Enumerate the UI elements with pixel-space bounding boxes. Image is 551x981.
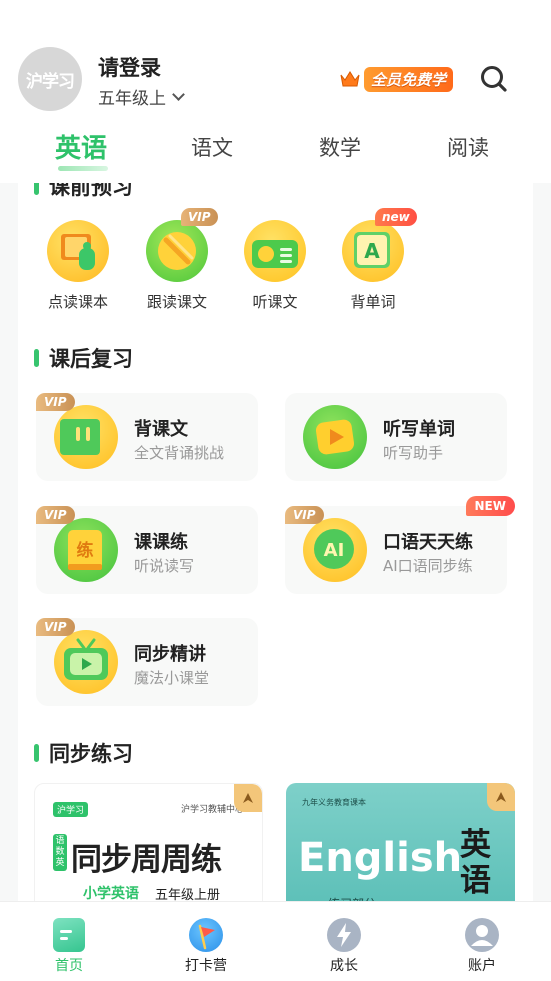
nav-label: 成长 [330,958,358,974]
bookmark-icon [487,783,515,811]
vip-free-label: 全员免费学 [364,66,454,92]
tab-english[interactable]: 英语 [55,128,107,165]
quick-item-label: 跟读课文 [146,293,207,311]
book-english-textbook[interactable]: 九年义务教育课本 English 英语 练习部分 [286,783,515,903]
section-title-review: 课后复习 [34,343,133,373]
quick-item-point-read[interactable]: 点读课本 [38,220,118,312]
vip-badge: VIP [36,618,75,636]
book-title: 同步周周练 [71,842,222,878]
book-side-title: 英语 [460,827,491,899]
quick-item-follow-read[interactable]: VIP 跟读课文 [137,208,218,312]
nav-growth[interactable]: 成长 [304,918,384,975]
search-icon[interactable] [480,65,508,93]
section-title-practice: 同步练习 [34,738,133,768]
vip-badge: VIP [36,393,75,411]
book-subject: 小学英语 [83,886,139,902]
tab-math[interactable]: 数学 [319,132,361,162]
bookmark-icon [234,784,262,812]
microphone-icon [146,220,208,282]
nav-label: 账户 [468,958,496,974]
quick-item-words[interactable]: A new 背单词 [333,208,417,312]
vip-free-banner[interactable]: 全员免费学 [340,66,454,92]
grade-selector[interactable]: 五年级上 [98,84,185,109]
card-subtitle: 魔法小课堂 [134,669,210,687]
scroll-icon [54,405,118,469]
card-subtitle: 全文背诵挑战 [134,444,225,462]
book-pointer-icon [47,220,109,282]
play-icon [303,405,367,469]
card-lesson-practice[interactable]: 练 VIP 课课练 听说读写 [36,506,258,594]
new-badge: new [375,208,417,226]
nav-label: 首页 [55,958,83,974]
section-bar [34,183,39,195]
tab-reading[interactable]: 阅读 [447,132,489,162]
book-brand: 沪学习 [53,802,89,817]
section-label: 课前预习 [49,183,133,199]
card-subtitle: 听说读写 [134,557,195,575]
quick-item-label: 点读课本 [47,293,108,311]
vip-badge: VIP [181,208,218,226]
new-badge: NEW [465,496,515,516]
home-icon [53,918,85,952]
card-title: 口语天天练 [383,532,473,553]
tab-active-indicator [58,166,108,171]
svg-text:练: 练 [77,540,94,561]
card-recite-text[interactable]: VIP 背课文 全文背诵挑战 [36,393,258,481]
nav-home[interactable]: 首页 [29,918,109,975]
login-link[interactable]: 请登录 [98,52,161,82]
user-icon [465,918,499,952]
vip-badge: VIP [285,506,324,524]
card-sync-lecture[interactable]: VIP 同步精讲 魔法小课堂 [36,618,258,706]
svg-text:AI: AI [324,540,345,561]
section-title-preview: 课前预习 [34,183,133,201]
section-label: 同步练习 [49,742,133,766]
quick-item-listen[interactable]: 听课文 [235,220,315,312]
avatar[interactable]: 沪学习 [18,47,82,111]
card-title: 听写单词 [383,419,455,440]
book-header: 九年义务教育课本 [302,798,366,807]
practice-book-icon: 练 [54,518,118,582]
svg-text:A: A [364,239,380,263]
crown-icon [340,70,360,88]
flag-icon [189,918,223,952]
quick-item-label: 听课文 [252,293,298,311]
chevron-down-icon [172,87,185,101]
book-title: English [298,835,463,881]
ai-speak-icon: AI [303,518,367,582]
content-panel: 课前预习 点读课本 VIP 跟读课文 听课文 A new 背单词 课后复习 VI… [18,183,533,903]
lightning-icon [327,918,361,952]
radio-icon [244,220,306,282]
nav-account[interactable]: 账户 [442,918,522,975]
word-card-icon: A [342,220,404,282]
card-oral-practice[interactable]: AI VIP NEW 口语天天练 AI口语同步练 [285,496,515,594]
tv-icon [54,630,118,694]
section-label: 课后复习 [49,347,133,371]
bottom-nav: 首页 打卡营 成长 账户 [0,901,551,981]
card-subtitle: AI口语同步练 [383,557,473,575]
section-bar [34,349,39,367]
nav-label: 打卡营 [185,958,227,974]
book-side-tag: 语数英 [53,834,67,871]
card-subtitle: 听写助手 [383,444,444,462]
card-title: 同步精讲 [134,644,206,665]
quick-item-label: 背单词 [350,293,396,311]
card-dictation[interactable]: 听写单词 听写助手 [285,393,507,481]
card-title: 课课练 [134,532,188,553]
book-weekly-practice[interactable]: 沪学习 沪学习教辅中心 语数英 同步周周练 小学英语 五年级上册 [34,783,263,903]
nav-checkin[interactable]: 打卡营 [166,918,246,975]
top-header: 沪学习 请登录 五年级上 全员免费学 英语 语文 数学 阅读 [0,0,551,183]
grade-label: 五年级上 [98,89,166,109]
tab-chinese[interactable]: 语文 [191,132,233,162]
vip-badge: VIP [36,506,75,524]
subject-tabs: 英语 语文 数学 阅读 [0,132,551,172]
section-bar [34,744,39,762]
card-title: 背课文 [134,419,188,440]
